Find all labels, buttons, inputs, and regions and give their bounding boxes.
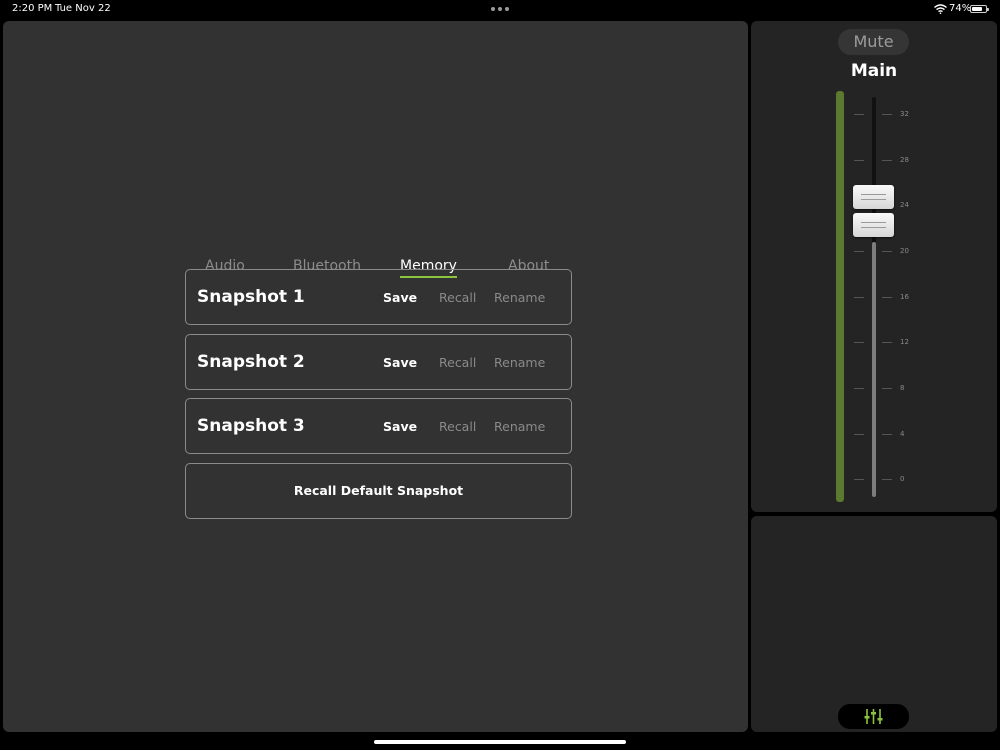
save-button[interactable]: Save [383,355,417,370]
scale-tick [854,342,864,343]
multitasking-dots-icon[interactable] [491,7,509,11]
mixer-sliders-icon [864,709,883,724]
save-button[interactable]: Save [383,290,417,305]
scale-tick [854,251,864,252]
status-bar: 2:20 PM Tue Nov 22 74% [0,0,1000,20]
fader-knob[interactable] [853,185,894,238]
fader-track[interactable] [872,97,876,497]
scale-tick [882,251,892,252]
recall-button[interactable]: Recall [439,419,476,434]
scale-label: 24 [900,201,909,209]
scale-label: 0 [900,475,905,483]
snapshot-row: Snapshot 1 Save Recall Rename [185,269,572,325]
recall-button[interactable]: Recall [439,355,476,370]
rename-button[interactable]: Rename [494,355,545,370]
settings-panel: Audio Bluetooth Memory About Snapshot 1 … [3,21,748,732]
snapshot-name: Snapshot 1 [197,287,305,307]
recall-button[interactable]: Recall [439,290,476,305]
battery-percent: 74% [949,3,972,14]
scale-tick [882,114,892,115]
home-indicator[interactable] [374,740,626,744]
scale-tick [882,160,892,161]
scale-tick [882,479,892,480]
scale-label: 20 [900,247,909,255]
wifi-icon [934,4,947,14]
recall-default-label: Recall Default Snapshot [293,483,464,498]
status-time: 2:20 PM [12,3,53,14]
scale-tick [854,388,864,389]
channel-strip: Mute Main 32 28 24 20 16 12 8 4 0 [751,21,997,512]
scale-tick [854,160,864,161]
scale-label: 12 [900,338,909,346]
scale-label: 28 [900,156,909,164]
mixer-button[interactable] [838,704,909,729]
scale-tick [882,342,892,343]
scale-tick [854,114,864,115]
level-meter [836,91,844,502]
scale-tick [882,297,892,298]
scale-tick [854,297,864,298]
snapshot-name: Snapshot 2 [197,352,305,372]
scale-label: 32 [900,110,909,118]
rename-button[interactable]: Rename [494,290,545,305]
channel-name: Main [850,61,898,81]
save-button[interactable]: Save [383,419,417,434]
snapshot-row: Snapshot 3 Save Recall Rename [185,398,572,454]
status-date: Tue Nov 22 [55,3,111,14]
scale-label: 8 [900,384,905,392]
mute-button[interactable]: Mute [838,29,909,55]
snapshot-name: Snapshot 3 [197,416,305,436]
battery-icon [970,5,989,13]
rename-button[interactable]: Rename [494,419,545,434]
scale-tick [882,388,892,389]
mixer-panel [751,516,997,732]
scale-label: 16 [900,293,909,301]
recall-default-button[interactable]: Recall Default Snapshot [185,463,572,519]
scale-label: 4 [900,430,905,438]
scale-tick [882,434,892,435]
scale-tick [854,434,864,435]
snapshot-row: Snapshot 2 Save Recall Rename [185,334,572,390]
scale-tick [854,479,864,480]
